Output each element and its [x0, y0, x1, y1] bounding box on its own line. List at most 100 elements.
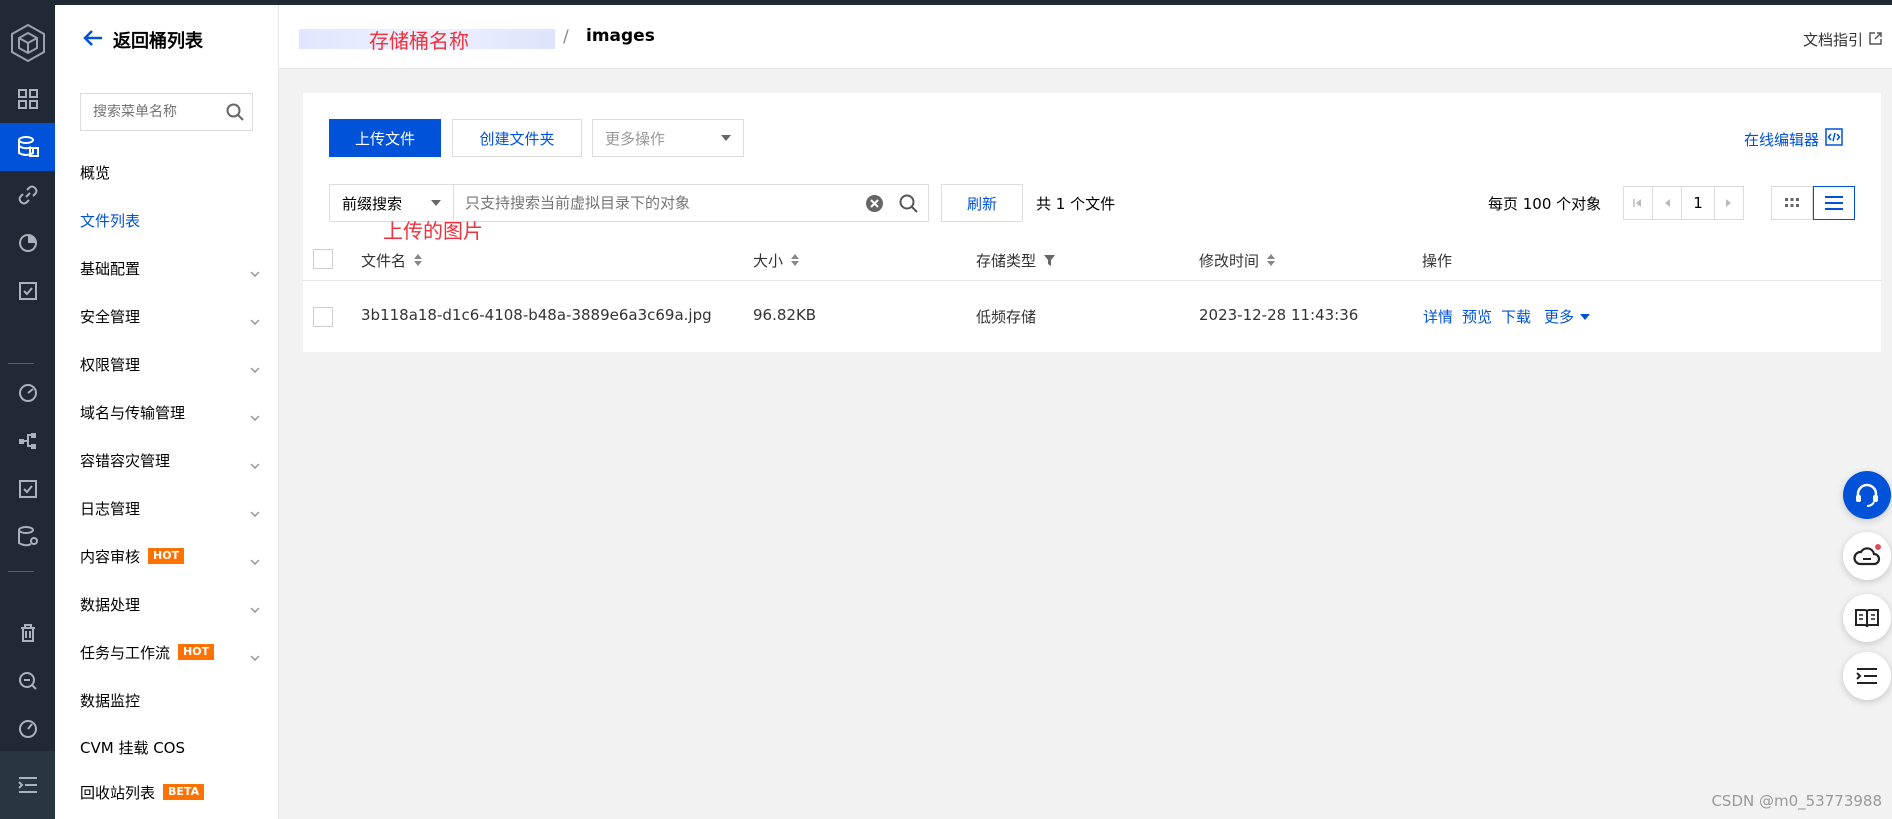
- link-icon[interactable]: [0, 171, 55, 219]
- search-service-icon[interactable]: [0, 657, 55, 705]
- menu-item-label: 基础配置: [80, 259, 141, 278]
- file-size: 96.82KB: [753, 306, 817, 324]
- menu-item-label: 容错容灾管理: [80, 451, 171, 470]
- clear-icon[interactable]: [865, 194, 884, 217]
- chevron-down-icon: [250, 359, 260, 377]
- search-mode-label: 前缀搜索: [342, 194, 403, 213]
- column-modified-time[interactable]: 修改时间: [1199, 250, 1276, 271]
- menu-item-label: 域名与传输管理: [80, 403, 186, 422]
- back-to-bucket-list[interactable]: 返回桶列表: [83, 27, 203, 53]
- watermark: CSDN @m0_53773988: [1711, 792, 1882, 810]
- search-icon[interactable]: [899, 194, 918, 217]
- back-label: 返回桶列表: [113, 31, 203, 52]
- menu-item-recycle-bin[interactable]: 回收站列表 BETA: [80, 777, 260, 807]
- menu-item-file-list[interactable]: 文件列表: [80, 205, 260, 235]
- pie-chart-icon[interactable]: [0, 219, 55, 267]
- menu-search-input[interactable]: [93, 104, 213, 120]
- outline-menu-icon[interactable]: [1843, 652, 1891, 700]
- menu-item-cvm-mount[interactable]: CVM 挂载 COS: [80, 732, 260, 762]
- column-size[interactable]: 大小: [753, 250, 800, 271]
- menu-item-fault-tolerance[interactable]: 容错容灾管理: [80, 445, 260, 475]
- code-editor-icon: [1825, 128, 1843, 150]
- menu-item-data-monitor[interactable]: 数据监控: [80, 685, 260, 715]
- select-all-checkbox[interactable]: [313, 249, 333, 269]
- bucket-list-icon[interactable]: [0, 123, 55, 171]
- menu-item-label: 内容审核: [80, 547, 141, 566]
- search-icon[interactable]: [226, 103, 244, 125]
- menu-item-logs[interactable]: 日志管理: [80, 493, 260, 523]
- online-editor-link[interactable]: 在线编辑器: [1744, 128, 1843, 150]
- menu-item-basic-config[interactable]: 基础配置: [80, 253, 260, 283]
- collapse-menu-icon[interactable]: [0, 751, 55, 819]
- product-rail: [0, 5, 55, 819]
- column-actions: 操作: [1422, 250, 1452, 271]
- chevron-down-icon: [250, 263, 260, 281]
- grid-view-icon[interactable]: [1771, 186, 1813, 220]
- prev-page-icon[interactable]: [1652, 186, 1682, 220]
- customer-service-icon[interactable]: [1843, 471, 1891, 519]
- chevron-down-icon: [250, 503, 260, 521]
- menu-item-permissions[interactable]: 权限管理: [80, 349, 260, 379]
- first-page-icon[interactable]: [1623, 186, 1653, 220]
- refresh-button[interactable]: 刷新: [941, 184, 1023, 222]
- page-size-selector[interactable]: 每页 100 个对象: [1488, 193, 1601, 214]
- sort-icon[interactable]: [414, 252, 423, 270]
- menu-item-label: 权限管理: [80, 355, 141, 374]
- create-folder-button[interactable]: 创建文件夹: [452, 119, 582, 157]
- rail-divider: [8, 571, 34, 572]
- docs-link-label: 文档指引: [1802, 31, 1863, 49]
- menu-item-security[interactable]: 安全管理: [80, 301, 260, 331]
- menu-item-overview[interactable]: 概览: [80, 157, 260, 187]
- workflow-icon[interactable]: [0, 417, 55, 465]
- inspection-icon[interactable]: [0, 267, 55, 315]
- menu-item-content-moderation[interactable]: 内容审核 HOT: [80, 541, 260, 571]
- page-number-input[interactable]: 1: [1681, 186, 1715, 220]
- caret-down-icon: [1580, 313, 1591, 320]
- monitor-icon[interactable]: [0, 369, 55, 417]
- rail-divider: [8, 363, 34, 364]
- object-search[interactable]: [453, 184, 929, 222]
- row-checkbox[interactable]: [313, 307, 333, 327]
- storage-settings-icon[interactable]: [0, 513, 55, 561]
- page-header: 存储桶名称 / images 文档指引: [279, 5, 1892, 69]
- sort-icon[interactable]: [791, 252, 800, 270]
- more-actions-dropdown[interactable]: 更多操作: [592, 119, 744, 157]
- download-link[interactable]: 下载: [1501, 306, 1531, 327]
- menu-item-label: 安全管理: [80, 307, 141, 326]
- task-check-icon[interactable]: [0, 465, 55, 513]
- speed-gauge-icon[interactable]: [0, 705, 55, 753]
- cos-logo-icon[interactable]: [0, 13, 55, 73]
- details-link[interactable]: 详情: [1423, 306, 1453, 327]
- filter-icon[interactable]: [1044, 252, 1056, 270]
- menu-item-domain-transfer[interactable]: 域名与传输管理: [80, 397, 260, 427]
- chevron-down-icon: [250, 407, 260, 425]
- file-name[interactable]: 3b118a18-d1c6-4108-b48a-3889e6a3c69a.jpg: [361, 306, 712, 324]
- more-actions-link[interactable]: 更多: [1544, 306, 1591, 327]
- upload-file-button[interactable]: 上传文件: [329, 119, 441, 157]
- list-view-icon[interactable]: [1813, 186, 1855, 220]
- menu-item-label: 数据处理: [80, 595, 141, 614]
- cloud-service-icon[interactable]: [1843, 532, 1891, 580]
- column-label: 存储类型: [976, 252, 1037, 270]
- menu-search[interactable]: [80, 93, 253, 131]
- breadcrumb-bucket-name[interactable]: 存储桶名称: [369, 25, 469, 54]
- dashboard-icon[interactable]: [0, 75, 55, 123]
- file-count: 共 1 个文件: [1036, 195, 1116, 213]
- more-label: 更多: [1544, 308, 1575, 326]
- column-storage-class[interactable]: 存储类型: [976, 250, 1056, 271]
- menu-item-label: CVM 挂载 COS: [80, 738, 186, 757]
- breadcrumb-current-folder: images: [586, 26, 655, 46]
- book-icon[interactable]: [1843, 594, 1891, 642]
- table-header: 文件名 大小 存储类型 修改时间 操作: [303, 237, 1881, 281]
- sort-icon[interactable]: [1267, 252, 1276, 270]
- docs-link[interactable]: 文档指引: [1803, 29, 1882, 50]
- object-search-input[interactable]: [465, 194, 865, 212]
- column-filename[interactable]: 文件名: [361, 250, 423, 271]
- beta-badge: BETA: [163, 784, 205, 800]
- chevron-down-icon: [250, 599, 260, 617]
- next-page-icon[interactable]: [1714, 186, 1744, 220]
- menu-item-tasks-workflow[interactable]: 任务与工作流 HOT: [80, 637, 260, 667]
- trash-icon[interactable]: [0, 609, 55, 657]
- preview-link[interactable]: 预览: [1462, 306, 1492, 327]
- menu-item-data-processing[interactable]: 数据处理: [80, 589, 260, 619]
